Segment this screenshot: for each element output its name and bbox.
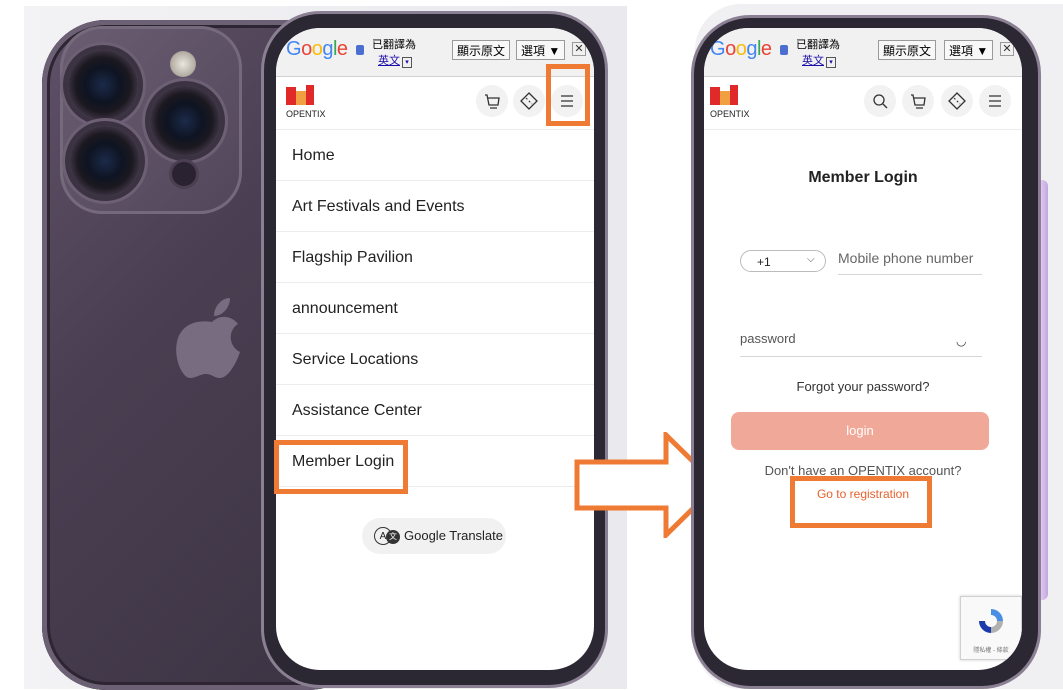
apple-icon bbox=[176, 298, 240, 378]
brand-name: OPENTIX bbox=[286, 109, 326, 119]
phone-underline bbox=[838, 274, 982, 275]
lock-icon bbox=[780, 45, 788, 55]
camera-lens-icon bbox=[150, 86, 220, 156]
google-translate-button[interactable]: A 文 Google Translate bbox=[362, 518, 506, 554]
translate-badge-icon: 文 bbox=[386, 530, 400, 544]
phone-input[interactable]: Mobile phone number bbox=[838, 250, 973, 266]
close-icon[interactable]: ✕ bbox=[1000, 42, 1014, 56]
close-icon[interactable]: ✕ bbox=[572, 42, 586, 56]
options-button[interactable]: 選項 ▼ bbox=[944, 40, 994, 60]
menu-item-announcement[interactable]: announcement bbox=[276, 283, 594, 334]
recaptcha-text: 隱私權 - 條款 bbox=[973, 648, 1009, 654]
ticket-icon[interactable] bbox=[941, 85, 973, 117]
menu-item-service-locations[interactable]: Service Locations bbox=[276, 334, 594, 385]
google-logo: Google bbox=[710, 38, 772, 60]
opentix-logo[interactable]: OPENTIX bbox=[710, 83, 750, 123]
camera-flash-icon bbox=[170, 51, 196, 77]
translated-to-label: 已翻譯為 bbox=[796, 39, 840, 51]
google-translate-bar: Google 已翻譯為 英文 ▾ 顯示原文 選項 ▼ ✕ bbox=[704, 28, 1022, 77]
camera-lens-icon bbox=[70, 126, 140, 196]
menu-icon[interactable] bbox=[979, 85, 1011, 117]
search-icon[interactable] bbox=[864, 85, 896, 117]
brand-name: OPENTIX bbox=[710, 109, 750, 119]
language-select[interactable]: 英文 ▾ bbox=[378, 52, 412, 68]
language-select[interactable]: 英文 ▾ bbox=[802, 52, 836, 68]
opentix-header: OPENTIX bbox=[704, 77, 1022, 130]
login-button[interactable]: login bbox=[731, 412, 989, 450]
country-code-select[interactable]: +1 ⌵ bbox=[740, 250, 826, 272]
menu-item-flagship-pavilion[interactable]: Flagship Pavilion bbox=[276, 232, 594, 283]
right-phone-screen: Google 已翻譯為 英文 ▾ 顯示原文 選項 ▼ ✕ OPENTIX Memb… bbox=[704, 28, 1022, 670]
google-logo: Google bbox=[286, 38, 348, 60]
login-title: Member Login bbox=[808, 169, 918, 186]
options-button[interactable]: 選項 ▼ bbox=[516, 40, 566, 60]
cart-icon[interactable] bbox=[902, 85, 934, 117]
highlight-go-to-registration bbox=[790, 476, 932, 528]
eye-closed-icon[interactable]: ◡ bbox=[956, 334, 966, 348]
password-underline bbox=[740, 356, 982, 357]
lock-icon bbox=[356, 45, 364, 55]
highlight-member-login bbox=[274, 440, 408, 494]
highlight-menu-button bbox=[546, 64, 590, 126]
recaptcha-icon bbox=[979, 609, 1003, 633]
forgot-password-link[interactable]: Forgot your password? bbox=[704, 379, 1022, 394]
chevron-down-icon: ⌵ bbox=[807, 254, 815, 265]
translated-to-label: 已翻譯為 bbox=[372, 39, 416, 51]
show-original-button[interactable]: 顯示原文 bbox=[878, 40, 937, 60]
recaptcha-badge[interactable]: 隱私權 - 條款 bbox=[960, 596, 1022, 660]
opentix-logo[interactable]: OPENTIX bbox=[286, 83, 326, 123]
show-original-button[interactable]: 顯示原文 bbox=[452, 40, 511, 60]
lidar-sensor-icon bbox=[172, 162, 196, 186]
ticket-icon[interactable] bbox=[513, 85, 545, 117]
menu-item-art-festivals[interactable]: Art Festivals and Events bbox=[276, 181, 594, 232]
cart-icon[interactable] bbox=[476, 85, 508, 117]
camera-lens-icon bbox=[68, 50, 138, 120]
menu-item-home[interactable]: Home bbox=[276, 130, 594, 181]
google-translate-label: Google Translate bbox=[404, 528, 504, 543]
password-input[interactable]: password bbox=[740, 331, 796, 346]
menu-item-assistance-center[interactable]: Assistance Center bbox=[276, 385, 594, 436]
